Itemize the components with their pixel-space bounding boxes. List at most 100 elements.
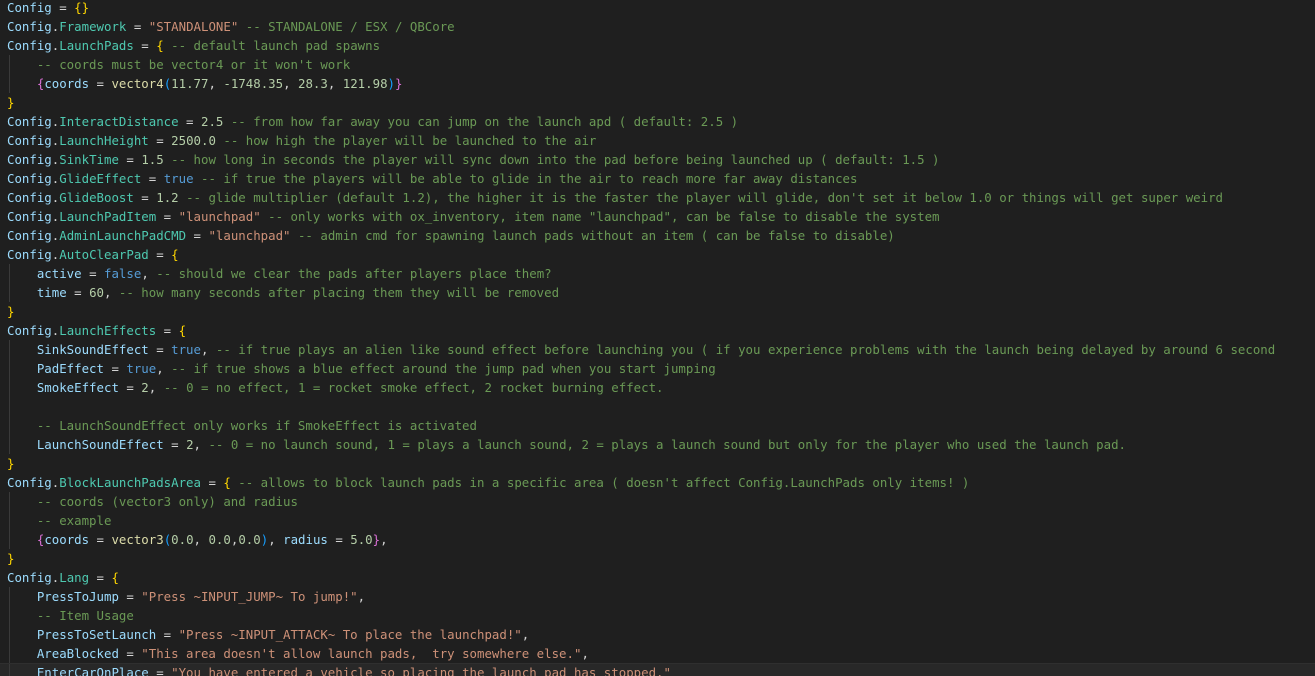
code-token: 28.3 [298, 76, 328, 91]
code-line[interactable]: Config.LaunchPadItem = "launchpad" -- on… [0, 207, 1315, 226]
code-line[interactable]: Config.SinkTime = 1.5 -- how long in sec… [0, 150, 1315, 169]
code-line[interactable]: PressToSetLaunch = "Press ~INPUT_ATTACK~… [0, 625, 1315, 644]
code-token: 0.0 [238, 532, 261, 547]
code-line[interactable]: SinkSoundEffect = true, -- if true plays… [0, 340, 1315, 359]
code-line[interactable]: } [0, 454, 1315, 473]
code-line[interactable]: Config.Lang = { [0, 568, 1315, 587]
code-token: , [380, 532, 388, 547]
code-token: = [156, 627, 179, 642]
code-line[interactable]: active = false, -- should we clear the p… [0, 264, 1315, 283]
code-token: , [581, 646, 589, 661]
code-token: = [103, 361, 127, 376]
code-line[interactable]: Config.GlideEffect = true -- if true the… [0, 169, 1315, 188]
code-line[interactable]: Config.BlockLaunchPadsArea = { -- allows… [0, 473, 1315, 492]
code-token: "STANDALONE" [148, 19, 239, 34]
code-line[interactable]: -- coords (vector3 only) and radius [0, 492, 1315, 511]
code-line[interactable]: Config.LaunchPads = { -- default launch … [0, 36, 1315, 55]
code-token: 2 [141, 380, 149, 395]
code-line[interactable]: Config = {} [0, 0, 1315, 17]
code-token: "You have entered a vehicle so placing t… [171, 665, 671, 676]
code-token: LaunchEffects [59, 323, 157, 338]
code-token: InteractDistance [59, 114, 179, 129]
indent-guide [9, 435, 10, 454]
code-token: coords [44, 532, 90, 547]
code-token: -- how many seconds after placing them t… [111, 285, 560, 300]
code-token: -- coords (vector3 only) and radius [36, 494, 298, 509]
code-line[interactable]: -- LaunchSoundEffect only works if Smoke… [0, 416, 1315, 435]
code-token: = [178, 114, 201, 129]
code-token: { [171, 247, 179, 262]
indent-guide [9, 530, 10, 549]
code-line[interactable]: AreaBlocked = "This area doesn't allow l… [0, 644, 1315, 663]
code-line[interactable]: Config.GlideBoost = 1.2 -- glide multipl… [0, 188, 1315, 207]
code-line[interactable]: Config.LaunchEffects = { [0, 321, 1315, 340]
code-line[interactable]: PressToJump = "Press ~INPUT_JUMP~ To jum… [0, 587, 1315, 606]
code-line[interactable]: {coords = vector3(0.0, 0.0,0.0), radius … [0, 530, 1315, 549]
indent-guide [9, 340, 10, 359]
code-token: SinkTime [59, 152, 119, 167]
code-token: = [148, 342, 172, 357]
code-line[interactable]: } [0, 302, 1315, 321]
code-token: Config [7, 171, 52, 186]
code-token: = [163, 437, 187, 452]
code-line[interactable]: SmokeEffect = 2, -- 0 = no effect, 1 = r… [0, 378, 1315, 397]
code-token: Config [7, 152, 52, 167]
code-token: AdminLaunchPadCMD [59, 228, 187, 243]
code-line[interactable]: } [0, 549, 1315, 568]
code-token: false [104, 266, 142, 281]
code-token: = [126, 19, 149, 34]
code-token: 11.77 [171, 76, 209, 91]
code-token: -- 0 = no effect, 1 = rocket smoke effec… [156, 380, 664, 395]
code-line[interactable]: Config.LaunchHeight = 2500.0 -- how high… [0, 131, 1315, 150]
code-token: = [51, 0, 75, 15]
code-token: true [163, 171, 194, 186]
code-token: = [148, 247, 172, 262]
code-token: true [126, 361, 157, 376]
code-line[interactable]: } [0, 93, 1315, 112]
code-token: radius [283, 532, 328, 547]
code-line[interactable]: Config.AdminLaunchPadCMD = "launchpad" -… [0, 226, 1315, 245]
code-line[interactable] [0, 397, 1315, 416]
code-token: Config [7, 475, 52, 490]
indent-guide [9, 664, 10, 676]
code-token: = [133, 190, 157, 205]
code-token: EnterCarOnPlace [36, 665, 149, 676]
code-token: LaunchSoundEffect [36, 437, 164, 452]
code-token: Config [7, 19, 52, 34]
code-token: LaunchHeight [59, 133, 149, 148]
code-line[interactable]: -- Item Usage [0, 606, 1315, 625]
code-token: = [156, 323, 179, 338]
code-token: = [118, 646, 142, 661]
code-line[interactable]: PadEffect = true, -- if true shows a blu… [0, 359, 1315, 378]
code-token: -1748.35 [223, 76, 284, 91]
code-line[interactable]: Config.Framework = "STANDALONE" -- STAND… [0, 17, 1315, 36]
code-line[interactable]: LaunchSoundEffect = 2, -- 0 = no launch … [0, 435, 1315, 454]
code-line[interactable]: {coords = vector4(11.77, -1748.35, 28.3,… [0, 74, 1315, 93]
code-line[interactable]: time = 60, -- how many seconds after pla… [0, 283, 1315, 302]
code-line[interactable]: -- example [0, 511, 1315, 530]
code-token: = [200, 475, 224, 490]
code-line[interactable]: -- coords must be vector4 or it won't wo… [0, 55, 1315, 74]
code-token: , [156, 361, 164, 376]
code-line[interactable]: Config.AutoClearPad = { [0, 245, 1315, 264]
indent-guide [9, 492, 10, 511]
code-token: = [148, 133, 172, 148]
code-token: } [372, 532, 381, 547]
code-token: = [133, 38, 157, 53]
code-line[interactable]: EnterCarOnPlace = "You have entered a ve… [0, 663, 1315, 676]
code-token: } [7, 95, 15, 110]
code-token: = [118, 152, 142, 167]
indent-guide [9, 606, 10, 625]
code-token: = [66, 285, 90, 300]
code-token: -- if true the players will be able to g… [193, 171, 858, 186]
code-token: = [141, 171, 164, 186]
code-token: { [156, 38, 164, 53]
code-token: , [268, 532, 284, 547]
code-line[interactable]: Config.InteractDistance = 2.5 -- from ho… [0, 112, 1315, 131]
code-token: time [36, 285, 67, 300]
code-editor[interactable]: Config = {} Config.Framework = "STANDALON… [0, 0, 1315, 676]
